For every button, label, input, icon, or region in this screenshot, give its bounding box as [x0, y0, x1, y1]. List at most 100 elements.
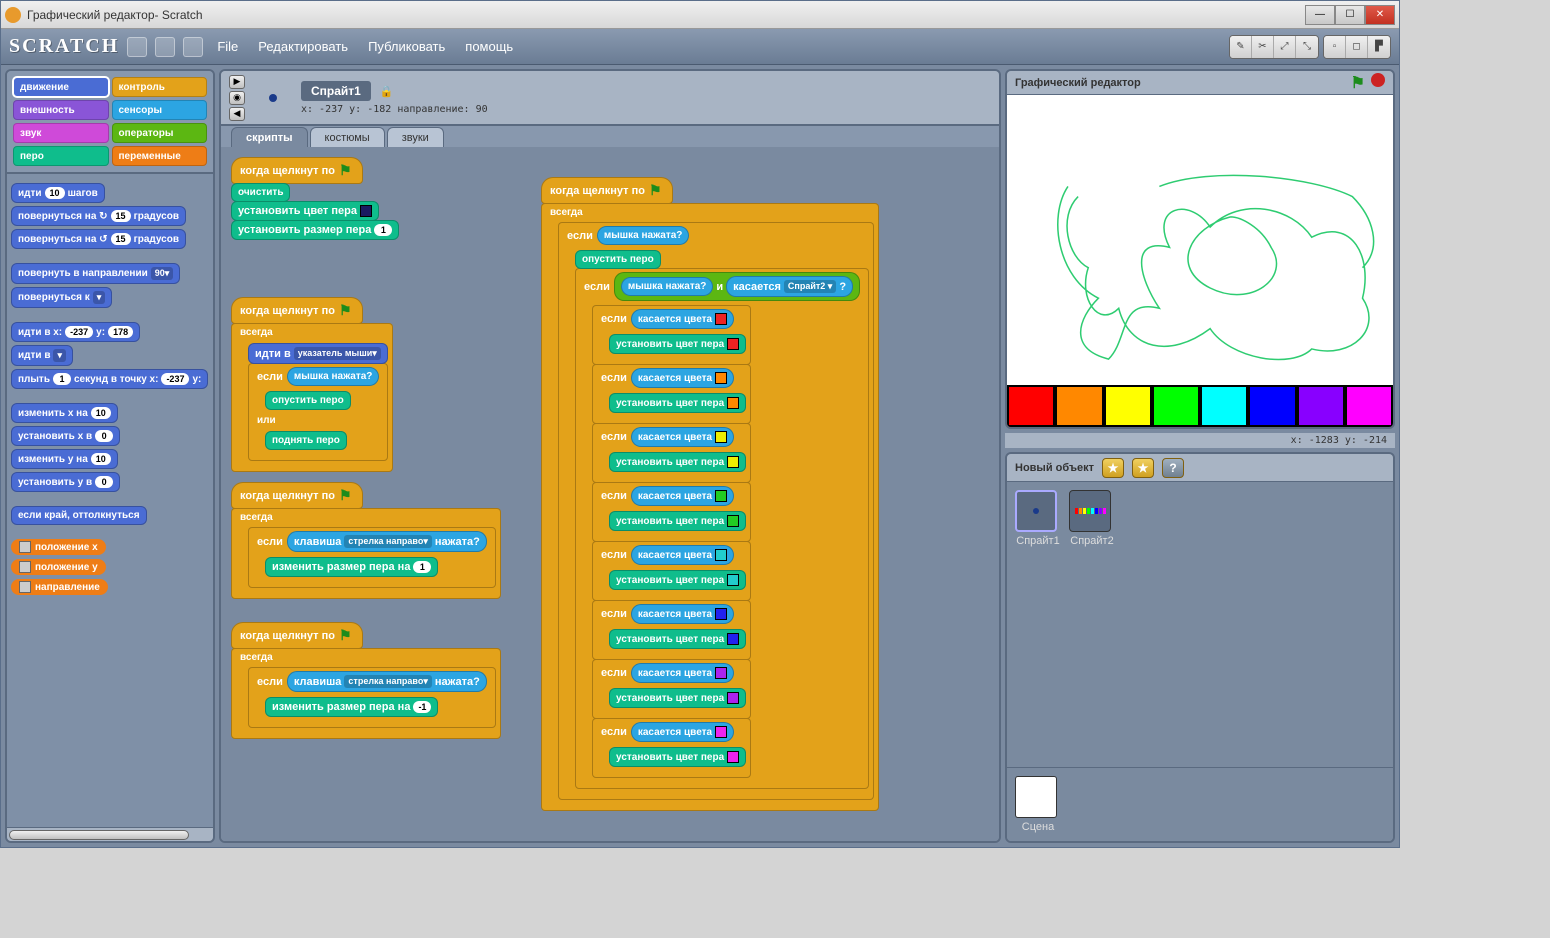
if-block[interactable]: если касается цвета установить цвет пера [592, 423, 751, 483]
palette-swatch[interactable] [1007, 385, 1055, 427]
touching-color-block[interactable]: касается цвета [631, 368, 734, 388]
motion-block[interactable]: установить y в 0 [11, 472, 120, 492]
category-сенсоры[interactable]: сенсоры [112, 100, 208, 120]
grow-tool[interactable]: ⤢ [1274, 36, 1296, 58]
menu-file[interactable]: File [211, 35, 244, 58]
pen-up-block[interactable]: поднять перо [265, 431, 347, 450]
if-block[interactable]: если касается цвета установить цвет пера [592, 718, 751, 778]
tab-костюмы[interactable]: костюмы [310, 127, 385, 148]
set-pen-color-block[interactable]: установить цвет пера [609, 747, 746, 767]
small-stage-button[interactable]: ▫ [1324, 36, 1346, 58]
key-pressed-block[interactable]: клавишастрелка направо▾нажата? [287, 671, 487, 692]
sprite-item[interactable]: Спрайт1 [1015, 490, 1061, 547]
zoom-reset-button[interactable]: ◀ [229, 107, 245, 121]
if-else-block[interactable]: еслимышка нажата? опустить перо или подн… [248, 363, 388, 461]
forever-block[interactable]: всегда еслимышка нажата? опустить перо е… [541, 203, 879, 811]
palette-swatch[interactable] [1152, 385, 1200, 427]
if-block[interactable]: если касается цвета установить цвет пера [592, 600, 751, 660]
close-button[interactable]: ✕ [1365, 5, 1395, 25]
choose-sprite-button[interactable]: ★ [1132, 458, 1154, 478]
touching-color-block[interactable]: касается цвета [631, 663, 734, 683]
set-pen-color-block[interactable]: установить цвет пера [609, 393, 746, 413]
motion-block[interactable]: идти 10 шагов [11, 183, 105, 203]
forever-block[interactable]: всегда идти вуказатель мыши▾ еслимышка н… [231, 323, 393, 472]
sprite-item[interactable]: Спрайт2 [1069, 490, 1115, 547]
touching-color-block[interactable]: касается цвета [631, 309, 734, 329]
if-block[interactable]: если касается цвета установить цвет пера [592, 305, 751, 365]
presentation-button[interactable]: ▛ [1368, 36, 1390, 58]
sensing-block[interactable]: мышка нажата? [621, 277, 714, 296]
motion-block[interactable]: повернуться к ▾ [11, 287, 112, 308]
hat-block[interactable]: когда щелкнут по⚑ [231, 297, 363, 324]
and-block[interactable]: мышка нажата? и касаетсяСпрайт2 ▾? [614, 272, 860, 301]
pen-down-block[interactable]: опустить перо [575, 250, 661, 269]
forever-block[interactable]: всегда есликлавишастрелка направо▾нажата… [231, 508, 501, 599]
category-переменные[interactable]: переменные [112, 146, 208, 166]
hat-block[interactable]: когда щелкнут по⚑ [541, 177, 673, 204]
motion-block[interactable]: идти в ▾ [11, 345, 73, 366]
motion-block[interactable]: изменить y на 10 [11, 449, 118, 469]
hat-block[interactable]: когда щелкнут по⚑ [231, 157, 363, 184]
menu-publish[interactable]: Публиковать [362, 35, 451, 58]
hat-block[interactable]: когда щелкнут по⚑ [231, 622, 363, 649]
motion-block[interactable]: плыть 1 секунд в точку x: -237 y: [11, 369, 208, 389]
motion-block[interactable]: повернуться на ↻ 15 градусов [11, 206, 186, 226]
touching-color-block[interactable]: касается цвета [631, 545, 734, 565]
tab-звуки[interactable]: звуки [387, 127, 444, 148]
if-block[interactable]: если касается цвета установить цвет пера [592, 541, 751, 601]
set-pen-color-block[interactable]: установить цвет пера [609, 688, 746, 708]
sprite-name[interactable]: Спрайт1 [301, 81, 371, 101]
set-pen-color-block[interactable]: установить цвет пера [231, 201, 379, 221]
category-движение[interactable]: движение [13, 77, 109, 97]
palette-swatch[interactable] [1345, 385, 1393, 427]
set-pen-color-block[interactable]: установить цвет пера [609, 334, 746, 354]
touching-color-block[interactable]: касается цвета [631, 722, 734, 742]
motion-block[interactable]: идти в x: -237 y: 178 [11, 322, 140, 342]
cut-tool[interactable]: ✂ [1252, 36, 1274, 58]
touching-color-block[interactable]: касается цвета [631, 486, 734, 506]
set-pen-color-block[interactable]: установить цвет пера [609, 570, 746, 590]
motion-block[interactable]: повернуть в направлении 90▾ [11, 263, 180, 284]
set-pen-color-block[interactable]: установить цвет пера [609, 629, 746, 649]
save-icon[interactable] [155, 37, 175, 57]
motion-block[interactable]: повернуться на ↺ 15 градусов [11, 229, 186, 249]
category-операторы[interactable]: операторы [112, 123, 208, 143]
category-внешность[interactable]: внешность [13, 100, 109, 120]
sensing-block[interactable]: мышка нажата? [597, 226, 690, 245]
shrink-tool[interactable]: ⤡ [1296, 36, 1318, 58]
palette-scrollbar[interactable] [7, 827, 213, 841]
stage-canvas[interactable] [1007, 95, 1393, 385]
clear-block[interactable]: очистить [231, 183, 290, 202]
script-area[interactable]: когда щелкнут по⚑ очистить установить цв… [221, 147, 999, 841]
green-flag-button[interactable]: ⚑ [1351, 73, 1365, 93]
pen-down-block[interactable]: опустить перо [265, 391, 351, 410]
touching-color-block[interactable]: касается цвета [631, 604, 734, 624]
palette-swatch[interactable] [1200, 385, 1248, 427]
change-pen-size-block[interactable]: изменить размер пера на1 [265, 557, 438, 577]
zoom-in-button[interactable]: ▶ [229, 75, 245, 89]
stop-button[interactable] [1371, 73, 1385, 87]
change-pen-size-block[interactable]: изменить размер пера на-1 [265, 697, 438, 717]
if-block[interactable]: если касается цвета установить цвет пера [592, 364, 751, 424]
if-block[interactable]: если мышка нажата? и касаетсяСпрайт2 ▾? … [575, 268, 869, 789]
normal-stage-button[interactable]: ◻ [1346, 36, 1368, 58]
if-block[interactable]: если касается цвета установить цвет пера [592, 659, 751, 719]
if-block[interactable]: если касается цвета установить цвет пера [592, 482, 751, 542]
surprise-sprite-button[interactable]: ? [1162, 458, 1184, 478]
variable-reporter[interactable]: положение y [11, 559, 106, 575]
key-pressed-block[interactable]: клавишастрелка направо▾нажата? [287, 531, 487, 552]
maximize-button[interactable]: ☐ [1335, 5, 1365, 25]
stamp-tool[interactable]: ✎ [1230, 36, 1252, 58]
globe-icon[interactable] [127, 37, 147, 57]
lock-icon[interactable]: 🔒 [380, 86, 394, 98]
palette-swatch[interactable] [1055, 385, 1103, 427]
if-block[interactable]: еслимышка нажата? опустить перо если мыш… [558, 222, 874, 800]
category-контроль[interactable]: контроль [112, 77, 208, 97]
variable-reporter[interactable]: направление [11, 579, 108, 595]
category-звук[interactable]: звук [13, 123, 109, 143]
tab-скрипты[interactable]: скрипты [231, 127, 308, 148]
set-pen-size-block[interactable]: установить размер пера1 [231, 220, 399, 240]
goto-block[interactable]: идти вуказатель мыши▾ [248, 343, 388, 364]
motion-block[interactable]: изменить x на 10 [11, 403, 118, 423]
set-pen-color-block[interactable]: установить цвет пера [609, 511, 746, 531]
